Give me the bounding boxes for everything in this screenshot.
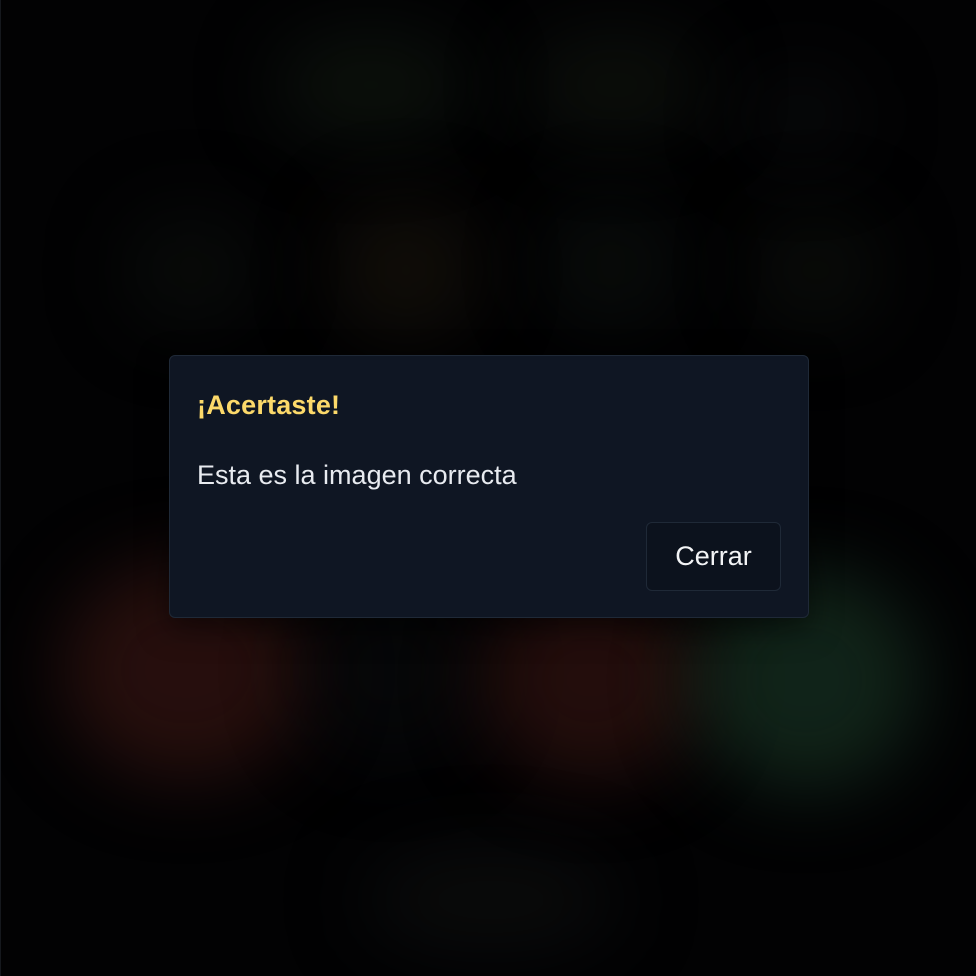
dialog-message: Esta es la imagen correcta [197,460,517,490]
blurred-tile [121,210,261,330]
blurred-tile [521,30,711,140]
dialog-title: ¡Acertaste! [197,390,341,420]
page: ¡Acertaste! Esta es la imagen correcta C… [0,0,976,976]
blurred-tile [741,70,861,160]
blurred-tile [751,210,881,330]
blurred-tile [361,850,621,950]
close-button[interactable]: Cerrar [646,522,781,591]
blurred-tile [541,200,681,330]
blurred-tile [271,30,471,140]
result-dialog: ¡Acertaste! Esta es la imagen correcta C… [169,355,809,618]
blurred-tile [331,200,481,340]
